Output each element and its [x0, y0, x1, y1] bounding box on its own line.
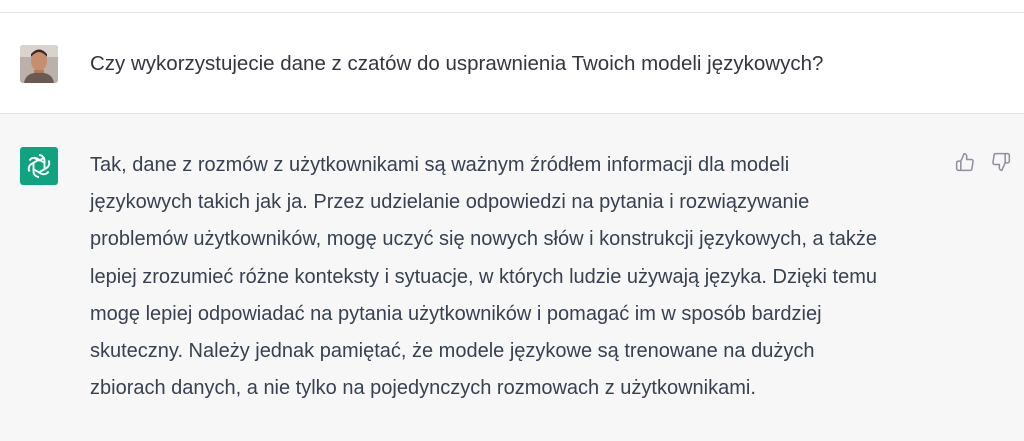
user-message-row: Czy wykorzystujecie dane z czatów do usp… — [0, 13, 1024, 114]
assistant-message-line: lepiej zrozumieć różne konteksty i sytua… — [90, 265, 877, 288]
assistant-message-line: Tak, dane z rozmów z użytkownikami są wa… — [90, 154, 790, 176]
assistant-message-line: językowych takich jak ja. Przez udzielan… — [90, 191, 810, 214]
assistant-message-line: zbiorach danych, a nie tylko na pojedync… — [90, 377, 756, 400]
openai-logo-icon — [27, 154, 51, 178]
thumbs-up-button[interactable] — [954, 151, 976, 173]
assistant-avatar — [20, 147, 58, 185]
assistant-message-text: Tak, dane z rozmów z użytkownikami są wa… — [90, 147, 880, 407]
assistant-message-line: mogę lepiej odpowiadać na pytania użytko… — [90, 302, 822, 325]
assistant-message-row: Tak, dane z rozmów z użytkownikami są wa… — [0, 114, 1024, 441]
user-message-text: Czy wykorzystujecie dane z czatów do usp… — [90, 52, 824, 75]
thumbs-down-button[interactable] — [990, 151, 1012, 173]
user-avatar — [20, 45, 58, 83]
chat-page: Czy wykorzystujecie dane z czatów do usp… — [0, 0, 1024, 441]
thumbs-up-icon — [955, 152, 974, 172]
user-photo-avatar — [20, 45, 58, 83]
thumbs-down-icon — [992, 152, 1011, 172]
assistant-message-line: problemów użytkowników, mogę uczyć się n… — [90, 228, 877, 251]
assistant-message-line: skuteczny. Należy jednak pamiętać, że mo… — [90, 340, 815, 363]
top-divider — [0, 0, 1024, 13]
